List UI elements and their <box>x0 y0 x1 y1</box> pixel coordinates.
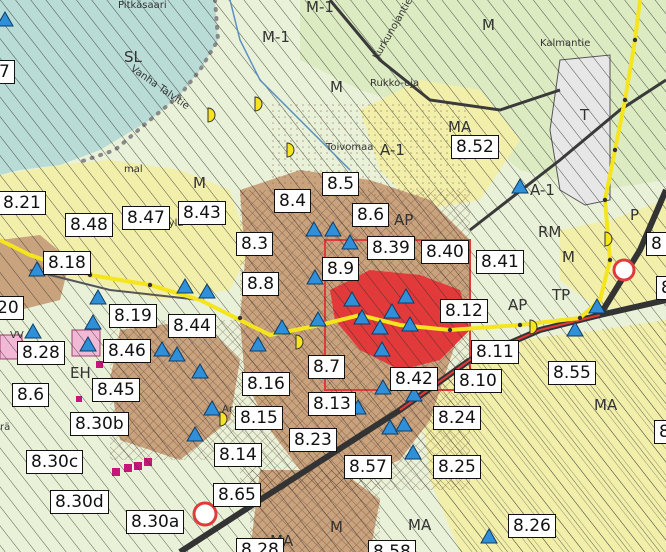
callout-8-43[interactable]: 8.43 <box>178 201 226 225</box>
zone-label-ar: Ar <box>222 404 234 415</box>
callout-8-28-south[interactable]: 8.28 <box>236 538 284 552</box>
callout-8-30a[interactable]: 8.30a <box>126 510 185 534</box>
callout-7[interactable]: 7 <box>0 60 15 84</box>
callout-8-7[interactable]: 8.7 <box>308 355 346 379</box>
callout-8-25[interactable]: 8.25 <box>433 455 481 479</box>
zone-label-m-w: M <box>193 174 206 192</box>
place-name-pitkasaari: Pitkäsaari <box>118 0 167 11</box>
callout-8-19[interactable]: 8.19 <box>109 304 157 328</box>
callout-8-30b[interactable]: 8.30b <box>70 412 129 436</box>
zone-label-m-e: M <box>562 248 575 266</box>
callout-8-6-west[interactable]: 8.6 <box>12 383 50 407</box>
zone-label-m-n: M <box>330 78 343 96</box>
callout-8-46[interactable]: 8.46 <box>103 339 151 363</box>
callout-8-18[interactable]: 8.18 <box>43 251 91 275</box>
callout-8-40[interactable]: 8.40 <box>421 240 469 264</box>
zone-label-tp: TP <box>551 286 570 304</box>
zone-label-t: T <box>579 106 590 124</box>
callout-8-21[interactable]: 8.21 <box>0 191 46 215</box>
callout-8-11[interactable]: 8.11 <box>471 340 519 364</box>
callout-8-58[interactable]: 8.58 <box>368 540 416 552</box>
callout-8-12[interactable]: 8.12 <box>440 299 488 323</box>
zone-label-rm: RM <box>538 223 561 241</box>
callout-8-23[interactable]: 8.23 <box>289 428 337 452</box>
callout-8-28[interactable]: 8.28 <box>17 341 65 365</box>
place-name-kalmantie: Kalmantie <box>540 38 590 49</box>
callout-8-47[interactable]: 8.47 <box>122 206 170 230</box>
callout-8-6[interactable]: 8.6 <box>352 203 390 227</box>
callout-8-26[interactable]: 8.26 <box>508 514 556 538</box>
zone-label-ra: rä <box>0 422 10 433</box>
callout-8-5[interactable]: 8.5 <box>322 172 360 196</box>
callout-8-48[interactable]: 8.48 <box>65 213 113 237</box>
zone-label-m-ne: M <box>482 16 495 34</box>
callout-8-45[interactable]: 8.45 <box>92 378 140 402</box>
callout-8-30d[interactable]: 8.30d <box>50 490 109 514</box>
zone-label-a1-e: A-1 <box>530 181 555 199</box>
callout-8-44[interactable]: 8.44 <box>168 314 216 338</box>
zone-label-ap-c: AP <box>394 211 413 229</box>
zone-label-ma-s2: MA <box>408 516 432 534</box>
zone-label-eh: EH <box>70 364 91 382</box>
zone-label-vv: VV <box>10 330 24 341</box>
zone-label-p: P <box>630 206 639 224</box>
callout-8-edge-r2[interactable]: 8 <box>656 276 666 300</box>
callout-8-39[interactable]: 8.39 <box>367 236 415 260</box>
callout-8-4[interactable]: 8.4 <box>274 189 312 213</box>
zone-label-sl: SL <box>124 48 143 66</box>
zone-label-ma-n: MA <box>448 118 472 136</box>
place-name-rukko-oja: Rukko-oja <box>370 78 419 89</box>
place-name-toivomaa: Toivomaa <box>325 142 373 153</box>
callout-8-edge-r1[interactable]: 8 <box>646 232 666 256</box>
callout-8-8[interactable]: 8.8 <box>242 272 280 296</box>
zoning-map[interactable]: SL M-1 M-1 M M M MA A-1 A-1 T P AP AP RM… <box>0 0 666 552</box>
callout-8-edge-r3[interactable]: 8 <box>654 420 666 444</box>
zone-label-m1-top: M-1 <box>306 0 334 16</box>
callout-8-9[interactable]: 8.9 <box>322 257 360 281</box>
callout-8-30c[interactable]: 8.30c <box>26 450 84 474</box>
callout-8-52[interactable]: 8.52 <box>451 135 499 159</box>
zone-label-a1-n: A-1 <box>380 141 405 159</box>
callout-8-15[interactable]: 8.15 <box>235 406 283 430</box>
callout-8-57[interactable]: 8.57 <box>344 455 392 479</box>
callout-8-42[interactable]: 8.42 <box>390 367 438 391</box>
callout-8-3[interactable]: 8.3 <box>236 232 274 256</box>
callout-8-24[interactable]: 8.24 <box>433 406 481 430</box>
callout-8-14[interactable]: 8.14 <box>214 443 262 467</box>
callout-20[interactable]: 20 <box>0 296 24 320</box>
callout-8-10[interactable]: 8.10 <box>454 369 502 393</box>
callout-8-65[interactable]: 8.65 <box>213 483 261 507</box>
zone-label-m1-mid: M-1 <box>262 28 290 46</box>
zone-label-m-s: M <box>330 518 343 536</box>
zone-label-ma-e: MA <box>594 396 618 414</box>
callout-8-41[interactable]: 8.41 <box>476 250 524 274</box>
callout-8-16[interactable]: 8.16 <box>242 372 290 396</box>
zone-label-mal: mal <box>124 164 143 175</box>
junction-marker <box>612 258 636 282</box>
callout-8-55[interactable]: 8.55 <box>548 361 596 385</box>
callout-8-13[interactable]: 8.13 <box>308 392 356 416</box>
zone-label-ap-e: AP <box>508 296 527 314</box>
